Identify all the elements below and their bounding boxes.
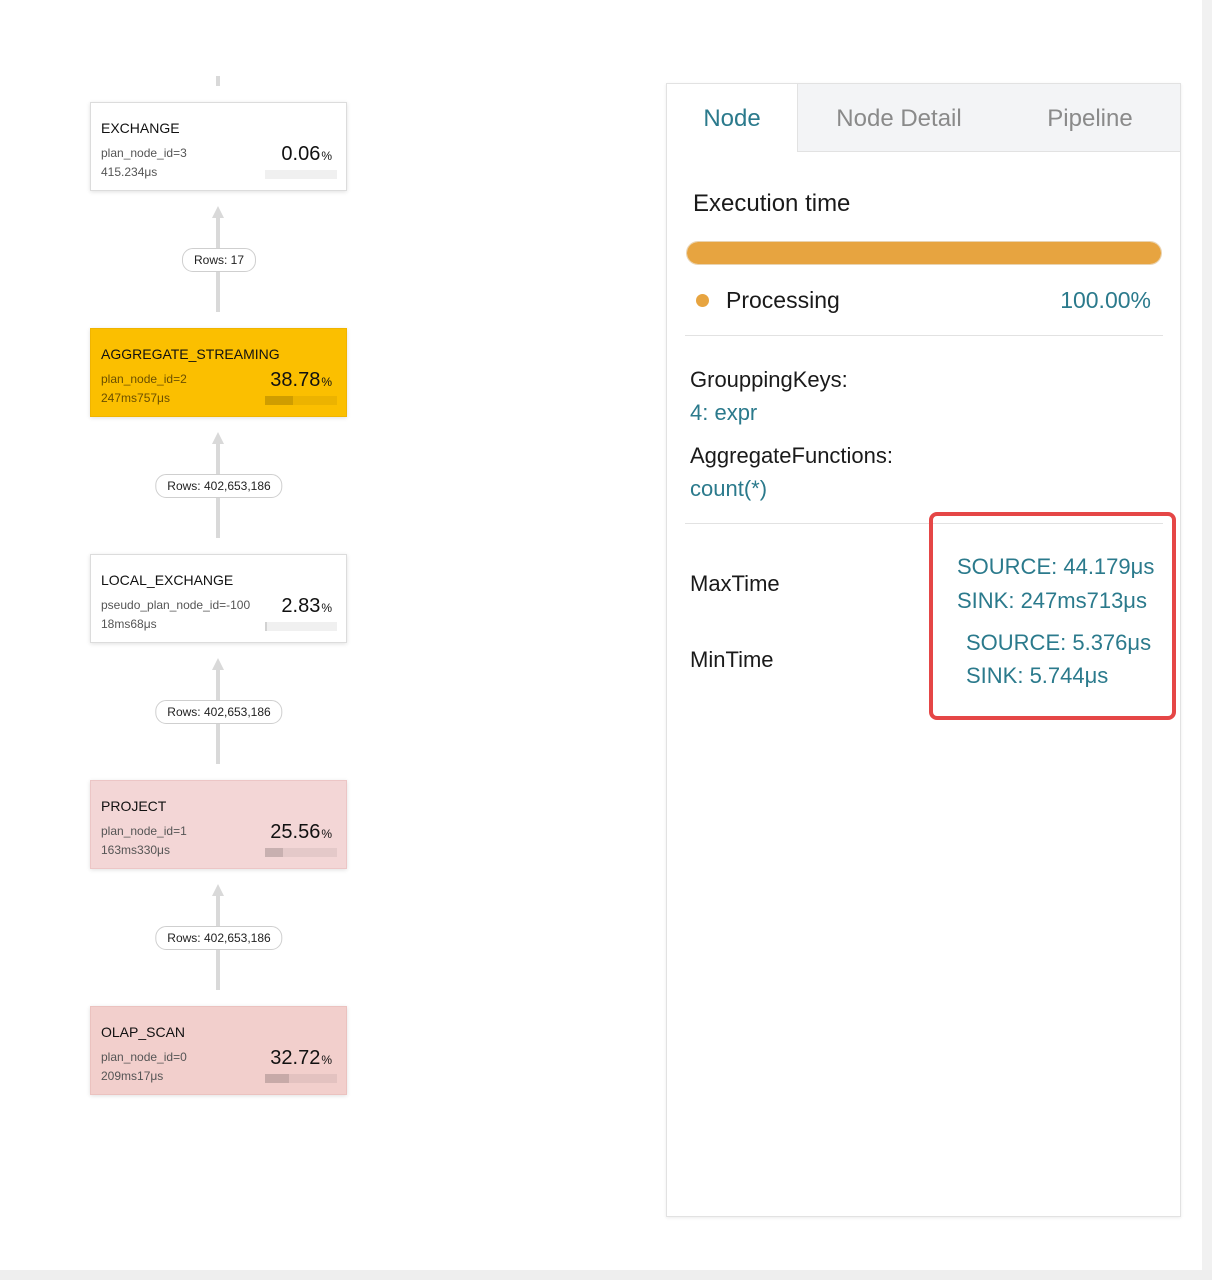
node-percentage: 0.06%: [281, 143, 332, 165]
node-progress-bar: [265, 1074, 337, 1083]
plan-node-olap-scan[interactable]: OLAP_SCAN plan_node_id=0 209ms17μs 32.72…: [90, 1006, 347, 1095]
node-time: 247ms757μs: [101, 391, 170, 405]
highlight-box: [929, 512, 1176, 720]
plan-node-project[interactable]: PROJECT plan_node_id=1 163ms330μs 25.56%: [90, 780, 347, 869]
node-name: AGGREGATE_STREAMING: [101, 346, 280, 362]
grouping-keys-value: 4: expr: [690, 400, 758, 425]
node-progress-bar: [265, 170, 337, 179]
vertical-scrollbar[interactable]: [1202, 0, 1212, 1270]
execution-time-bar-fill: [687, 242, 1161, 264]
plan-node-aggregate-streaming[interactable]: AGGREGATE_STREAMING plan_node_id=2 247ms…: [90, 328, 347, 417]
grouping-keys-label: GrouppingKeys:: [690, 367, 848, 392]
node-id: plan_node_id=0: [101, 1050, 187, 1064]
processing-legend-label: Processing: [726, 287, 840, 313]
rows-badge: Rows: 17: [181, 248, 257, 272]
node-progress-fill: [265, 396, 293, 405]
node-percentage: 25.56%: [270, 821, 332, 843]
horizontal-scrollbar[interactable]: [0, 1270, 1212, 1280]
plan-tree: EXCHANGE plan_node_id=3 415.234μs 0.06% …: [0, 0, 640, 1270]
min-time-label: MinTime: [690, 647, 774, 672]
node-progress-bar: [265, 396, 337, 405]
tab-node[interactable]: Node: [667, 84, 798, 152]
node-percentage: 38.78%: [270, 369, 332, 391]
node-name: EXCHANGE: [101, 120, 180, 136]
rows-badge: Rows: 402,653,186: [155, 474, 283, 498]
node-name: PROJECT: [101, 798, 167, 814]
node-time: 18ms68μs: [101, 617, 157, 631]
execution-time-title: Execution time: [693, 190, 851, 217]
aggregate-functions-value: count(*): [690, 476, 768, 501]
node-name: OLAP_SCAN: [101, 1024, 186, 1040]
node-id: plan_node_id=1: [101, 824, 187, 838]
node-name: LOCAL_EXCHANGE: [101, 572, 234, 588]
node-progress-bar: [265, 848, 337, 857]
aggregate-functions-label: AggregateFunctions:: [690, 443, 894, 468]
divider: [685, 335, 1163, 336]
node-progress-fill: [265, 622, 268, 631]
node-time: 163ms330μs: [101, 843, 170, 857]
processing-legend-value: 100.00%: [1060, 287, 1151, 313]
node-percentage: 2.83%: [281, 595, 332, 617]
execution-time-bar: [686, 241, 1162, 265]
edge-line: [216, 76, 220, 86]
node-id: pseudo_plan_node_id=-100: [101, 598, 251, 612]
node-progress-fill: [265, 1074, 289, 1083]
processing-legend-dot: [696, 294, 709, 307]
node-time: 415.234μs: [101, 165, 158, 179]
max-time-label: MaxTime: [690, 571, 780, 596]
node-percentage: 32.72%: [270, 1047, 332, 1069]
node-id: plan_node_id=2: [101, 372, 187, 386]
node-progress-fill: [265, 848, 284, 857]
node-time: 209ms17μs: [101, 1069, 164, 1083]
rows-badge: Rows: 402,653,186: [155, 700, 283, 724]
tab-node-detail[interactable]: Node Detail: [798, 84, 1000, 152]
tab-pipeline[interactable]: Pipeline: [1000, 84, 1180, 152]
panel-tabs: Node Node Detail Pipeline: [667, 84, 1180, 152]
node-info-panel: Node Node Detail Pipeline Execution time…: [666, 83, 1181, 1217]
node-id: plan_node_id=3: [101, 146, 187, 160]
plan-node-exchange[interactable]: EXCHANGE plan_node_id=3 415.234μs 0.06%: [90, 102, 347, 191]
plan-node-local-exchange[interactable]: LOCAL_EXCHANGE pseudo_plan_node_id=-100 …: [90, 554, 347, 643]
rows-badge: Rows: 402,653,186: [155, 926, 283, 950]
node-progress-bar: [265, 622, 337, 631]
